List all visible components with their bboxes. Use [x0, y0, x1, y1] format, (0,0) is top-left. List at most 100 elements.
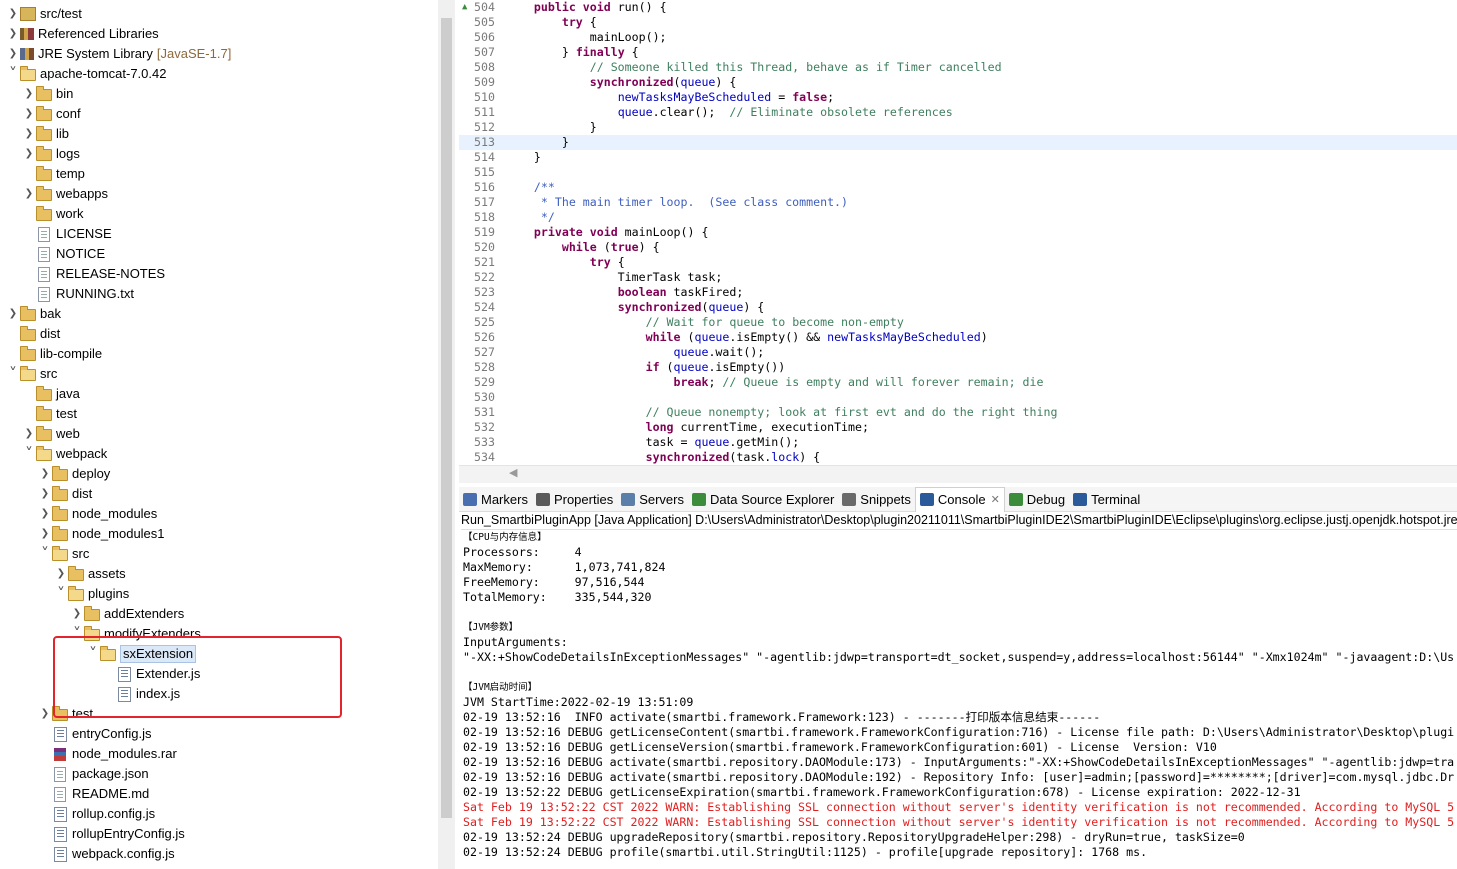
expand-chevron-icon[interactable]: ❯ — [38, 524, 52, 544]
tab-servers[interactable]: Servers — [617, 487, 688, 511]
expand-chevron-icon[interactable]: ❯ — [6, 304, 20, 324]
expand-chevron-icon[interactable]: ❯ — [70, 604, 84, 624]
tab-terminal[interactable]: Terminal — [1069, 487, 1144, 511]
tree-item[interactable]: ❯ src/test — [6, 4, 82, 24]
expand-chevron-icon[interactable]: ❯ — [6, 44, 20, 64]
expand-chevron-icon[interactable]: ❯ — [38, 484, 52, 504]
tree-item[interactable]: package.json — [38, 764, 149, 784]
code-line[interactable]: 506 mainLoop(); — [459, 30, 1457, 45]
code-line[interactable]: 518 */ — [459, 210, 1457, 225]
tree-item[interactable]: ❯ node_modules1 — [38, 524, 165, 544]
tree-item[interactable]: ❯ bin — [22, 84, 73, 104]
tab-console[interactable]: Console ✕ — [914, 486, 1005, 512]
tree-item[interactable]: ˅ apache-tomcat-7.0.42 — [6, 64, 166, 84]
expand-chevron-icon[interactable]: ❯ — [22, 184, 36, 204]
code-line[interactable]: 533 task = queue.getMin(); — [459, 435, 1457, 450]
expand-chevron-icon[interactable]: ❯ — [22, 424, 36, 444]
close-icon[interactable]: ✕ — [991, 493, 1000, 506]
code-line[interactable]: 528 if (queue.isEmpty()) — [459, 360, 1457, 375]
tree-item[interactable]: ❯ node_modules — [38, 504, 157, 524]
code-line[interactable]: 516 /** — [459, 180, 1457, 195]
tree-item[interactable]: ❯ webapps — [22, 184, 108, 204]
tree-item[interactable]: ❯ JRE System Library [JavaSE-1.7] — [6, 44, 232, 64]
code-line[interactable]: 514 } — [459, 150, 1457, 165]
collapse-chevron-icon[interactable]: ˅ — [38, 544, 52, 564]
expand-chevron-icon[interactable]: ❯ — [38, 464, 52, 484]
tree-item[interactable]: ❯ lib — [22, 124, 69, 144]
expand-chevron-icon[interactable]: ❯ — [6, 4, 20, 24]
tree-item[interactable]: README.md — [38, 784, 149, 804]
expand-chevron-icon[interactable]: ❯ — [22, 124, 36, 144]
tree-item[interactable]: ❯ conf — [22, 104, 81, 124]
tab-properties[interactable]: Properties — [532, 487, 617, 511]
code-line[interactable]: 515 — [459, 165, 1457, 180]
code-line[interactable]: 521 try { — [459, 255, 1457, 270]
tree-item[interactable]: LICENSE — [22, 224, 112, 244]
expand-chevron-icon[interactable]: ❯ — [38, 504, 52, 524]
code-line[interactable]: 524 synchronized(queue) { — [459, 300, 1457, 315]
tab-markers[interactable]: Markers — [459, 487, 532, 511]
code-line[interactable]: 508 // Someone killed this Thread, behav… — [459, 60, 1457, 75]
code-line[interactable]: 520 while (true) { — [459, 240, 1457, 255]
tree-item[interactable]: rollupEntryConfig.js — [38, 824, 185, 844]
expand-chevron-icon[interactable]: ❯ — [6, 24, 20, 44]
tree-item[interactable]: ❯ assets — [54, 564, 126, 584]
code-line[interactable]: 523 boolean taskFired; — [459, 285, 1457, 300]
scroll-left-icon[interactable]: ◀ — [509, 466, 517, 481]
code-line[interactable]: 525 // Wait for queue to become non-empt… — [459, 315, 1457, 330]
code-line[interactable]: 510 newTasksMayBeScheduled = false; — [459, 90, 1457, 105]
code-line[interactable]: 534 synchronized(task.lock) { — [459, 450, 1457, 465]
code-line[interactable]: 526 while (queue.isEmpty() && newTasksMa… — [459, 330, 1457, 345]
collapse-chevron-icon[interactable]: ˅ — [54, 584, 68, 604]
expand-chevron-icon[interactable]: ❯ — [22, 84, 36, 104]
tree-item[interactable]: ˅ src — [38, 544, 89, 564]
code-line[interactable]: 513 } — [459, 135, 1457, 150]
tree-item[interactable]: test — [22, 404, 77, 424]
tree-item[interactable]: ˅ src — [6, 364, 57, 384]
code-line[interactable]: ▲ 504 public void run() { — [459, 0, 1457, 15]
tree-item[interactable]: ❯ addExtenders — [70, 604, 184, 624]
scrollbar-thumb[interactable] — [441, 18, 452, 818]
code-line[interactable]: 531 // Queue nonempty; look at first evt… — [459, 405, 1457, 420]
tree-item[interactable]: dist — [6, 324, 60, 344]
expand-chevron-icon[interactable]: ❯ — [38, 704, 52, 724]
editor-horizontal-scrollbar[interactable]: ◀ — [459, 465, 1457, 483]
tree-item[interactable]: work — [22, 204, 83, 224]
console-output[interactable]: 【CPU与内存信息】 Processors: 4 MaxMemory: 1,073,… — [459, 530, 1457, 869]
expand-chevron-icon[interactable]: ❯ — [54, 564, 68, 584]
tree-item[interactable]: ❯ Referenced Libraries — [6, 24, 159, 44]
code-line[interactable]: 509 synchronized(queue) { — [459, 75, 1457, 90]
tree-item[interactable]: RUNNING.txt — [22, 284, 134, 304]
tab-debug[interactable]: Debug — [1005, 487, 1069, 511]
code-line[interactable]: 530 — [459, 390, 1457, 405]
tab-snippets[interactable]: Snippets — [838, 487, 915, 511]
code-line[interactable]: 517 * The main timer loop. (See class co… — [459, 195, 1457, 210]
collapse-chevron-icon[interactable]: ˅ — [22, 444, 36, 464]
tree-item[interactable]: ❯ logs — [22, 144, 80, 164]
tab-data-source-explorer[interactable]: Data Source Explorer — [688, 487, 838, 511]
code-line[interactable]: 529 break; // Queue is empty and will fo… — [459, 375, 1457, 390]
code-line[interactable]: 519 private void mainLoop() { — [459, 225, 1457, 240]
tree-item[interactable]: ❯ dist — [38, 484, 92, 504]
code-line[interactable]: 511 queue.clear(); // Eliminate obsolete… — [459, 105, 1457, 120]
java-code-editor[interactable]: ▲ 504 public void run() {505 try {506 mai… — [459, 0, 1457, 465]
code-line[interactable]: 505 try { — [459, 15, 1457, 30]
tree-item[interactable]: ❯ web — [22, 424, 80, 444]
tree-item[interactable]: ❯ bak — [6, 304, 61, 324]
tree-item[interactable]: ˅ webpack — [22, 444, 107, 464]
tree-item[interactable]: ˅ plugins — [54, 584, 129, 604]
code-line[interactable]: 522 TimerTask task; — [459, 270, 1457, 285]
expand-chevron-icon[interactable]: ❯ — [22, 144, 36, 164]
tree-item[interactable]: RELEASE-NOTES — [22, 264, 165, 284]
tree-item[interactable]: webpack.config.js — [38, 844, 175, 864]
tree-item[interactable]: ❯ deploy — [38, 464, 110, 484]
tree-item[interactable]: java — [22, 384, 80, 404]
code-line[interactable]: 527 queue.wait(); — [459, 345, 1457, 360]
code-line[interactable]: 507 } finally { — [459, 45, 1457, 60]
tree-vertical-scrollbar[interactable] — [438, 0, 455, 869]
tree-item[interactable]: NOTICE — [22, 244, 105, 264]
tree-item[interactable]: temp — [22, 164, 85, 184]
tree-item[interactable]: node_modules.rar — [38, 744, 177, 764]
tree-item[interactable]: lib-compile — [6, 344, 102, 364]
code-line[interactable]: 532 long currentTime, executionTime; — [459, 420, 1457, 435]
